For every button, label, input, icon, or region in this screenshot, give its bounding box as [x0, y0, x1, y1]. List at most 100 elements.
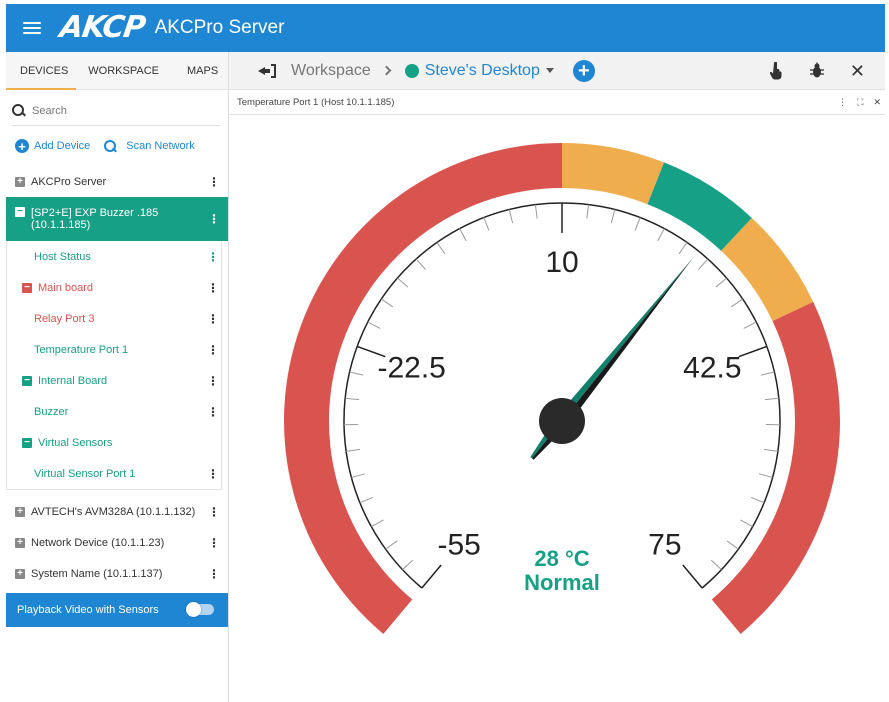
- gauge-needle: [530, 257, 694, 460]
- tab-workspace[interactable]: WORKSPACE: [76, 52, 167, 90]
- tree-item-temperature-port[interactable]: Temperature Port 1 ⋮: [7, 334, 221, 365]
- gauge-minor-tick: [436, 242, 446, 255]
- gauge-major-tick: [421, 564, 442, 589]
- gauge-minor-tick: [380, 298, 394, 308]
- panel-header: Temperature Port 1 (Host 10.1.1.185) ⋮ ⛶…: [229, 90, 885, 115]
- tree-item-label: Internal Board: [38, 374, 108, 387]
- kebab-menu-icon[interactable]: ⋮: [208, 213, 220, 225]
- gauge-label: 10: [545, 246, 578, 279]
- gauge-minor-tick: [534, 204, 538, 219]
- tree-item-internal-board[interactable]: − Internal Board ⋮: [7, 365, 221, 396]
- tree-item-label: Buzzer: [34, 405, 69, 418]
- breadcrumb-workspace[interactable]: Workspace: [291, 62, 371, 80]
- caret-down-icon[interactable]: [545, 68, 554, 73]
- add-device-label: Add Device: [34, 140, 91, 152]
- kebab-menu-icon[interactable]: ⋮: [207, 313, 219, 325]
- kebab-menu-icon[interactable]: ⋮: [208, 506, 220, 518]
- hamburger-icon[interactable]: [23, 22, 41, 34]
- tree-item-virtual-sensor-port[interactable]: Virtual Sensor Port 1 ⋮: [7, 458, 221, 489]
- panel-menu-icon[interactable]: ⋮: [838, 97, 847, 108]
- tree-item-label: Virtual Sensors: [38, 436, 113, 449]
- tree-item-main-board[interactable]: − Main board ⋮: [7, 272, 221, 303]
- bug-icon[interactable]: [808, 62, 826, 80]
- gauge-minor-tick: [610, 209, 616, 224]
- tree-item-virtual-sensors[interactable]: − Virtual Sensors: [7, 427, 221, 458]
- header-tools: ✕: [768, 52, 865, 90]
- kebab-menu-icon[interactable]: ⋮: [207, 344, 219, 356]
- gauge-minor-tick: [730, 298, 744, 308]
- tree-item-host-status[interactable]: Host Status ⋮: [7, 241, 221, 272]
- kebab-menu-icon[interactable]: ⋮: [207, 468, 219, 480]
- sidebar: DEVICES WORKSPACE MAPS + Add Device Scan…: [6, 52, 228, 702]
- gauge-minor-tick: [345, 397, 360, 401]
- gauge-minor-tick: [715, 277, 727, 288]
- tab-maps[interactable]: MAPS: [167, 52, 226, 90]
- gauge-major-tick: [682, 564, 703, 589]
- gauge-label: -22.5: [377, 351, 445, 384]
- panel-title: Temperature Port 1 (Host 10.1.1.185): [237, 96, 395, 108]
- kebab-menu-icon[interactable]: ⋮: [207, 406, 219, 418]
- collapse-icon[interactable]: −: [15, 207, 25, 217]
- expand-icon[interactable]: +: [15, 176, 25, 187]
- tree-item-buzzer[interactable]: Buzzer ⋮: [7, 396, 221, 427]
- scan-network-button[interactable]: Scan Network: [104, 139, 195, 153]
- playback-label: Playback Video with Sensors: [17, 604, 159, 616]
- expand-icon[interactable]: +: [15, 506, 25, 517]
- expand-icon[interactable]: +: [15, 537, 25, 548]
- collapse-icon[interactable]: −: [22, 375, 32, 386]
- back-icon[interactable]: [258, 63, 276, 78]
- gauge-minor-tick: [346, 448, 361, 452]
- gauge-minor-tick: [415, 258, 426, 270]
- gauge-minor-tick: [657, 228, 665, 242]
- close-icon[interactable]: ✕: [850, 61, 865, 82]
- add-device-button[interactable]: + Add Device: [15, 139, 90, 153]
- tree-item-relay-port[interactable]: Relay Port 3 ⋮: [7, 303, 221, 334]
- device-children: Host Status ⋮ − Main board ⋮ Relay Port …: [6, 241, 222, 490]
- gauge-band-0: [284, 143, 562, 634]
- status-dot-icon: [404, 63, 419, 78]
- tree-item-label: Virtual Sensor Port 1: [34, 467, 136, 480]
- gauge-minor-tick: [710, 559, 722, 571]
- tree-item-label: AVTECH's AVM328A (10.1.1.132): [31, 505, 196, 518]
- gauge-minor-tick: [743, 321, 757, 329]
- desktop-selector[interactable]: Steve's Desktop: [425, 62, 540, 80]
- touch-icon[interactable]: [768, 62, 784, 80]
- tree-item-label: AKCPro Server: [31, 175, 107, 188]
- app-header: AKCP AKCPro Server: [6, 4, 885, 52]
- collapse-icon[interactable]: −: [22, 437, 32, 448]
- panel-close-icon[interactable]: ✕: [873, 97, 881, 108]
- gauge-minor-tick: [740, 519, 753, 528]
- kebab-menu-icon[interactable]: ⋮: [208, 176, 220, 188]
- gauge-minor-tick: [764, 397, 779, 401]
- app-title: AKCPro Server: [154, 17, 285, 38]
- status-label: Normal: [524, 570, 600, 595]
- tree-item-system-name[interactable]: + System Name (10.1.1.137) ⋮: [6, 558, 228, 589]
- add-workspace-button[interactable]: +: [572, 59, 595, 82]
- tree-item-exp-buzzer[interactable]: − [SP2+E] EXP Buzzer .185 (10.1.1.185) ⋮: [6, 197, 228, 241]
- gauge-minor-tick: [508, 209, 514, 224]
- gauge-minor-tick: [760, 371, 775, 376]
- tree-item-akcpro-server[interactable]: + AKCPro Server ⋮: [6, 166, 228, 197]
- gauge-minor-tick: [371, 519, 384, 528]
- collapse-icon[interactable]: −: [22, 282, 32, 293]
- kebab-menu-icon[interactable]: ⋮: [207, 251, 219, 263]
- tree-item-network-device[interactable]: + Network Device (10.1.1.23) ⋮: [6, 527, 228, 558]
- device-name: [SP2+E] EXP Buzzer .185: [31, 207, 159, 219]
- kebab-menu-icon[interactable]: ⋮: [207, 375, 219, 387]
- playback-toggle[interactable]: [186, 602, 214, 617]
- tab-devices[interactable]: DEVICES: [6, 52, 77, 90]
- search-input[interactable]: [32, 104, 212, 117]
- kebab-menu-icon[interactable]: ⋮: [208, 537, 220, 549]
- search-icon: [12, 103, 26, 118]
- expand-icon[interactable]: +: [15, 568, 25, 579]
- fullscreen-icon[interactable]: ⛶: [857, 97, 863, 108]
- gauge-label: 75: [648, 529, 681, 562]
- tree-item-avtech[interactable]: + AVTECH's AVM328A (10.1.1.132) ⋮: [6, 496, 228, 527]
- gauge-minor-tick: [758, 473, 773, 478]
- gauge-minor-tick: [385, 540, 398, 550]
- search-icon: [104, 139, 117, 153]
- gauge-label: -55: [437, 529, 480, 562]
- kebab-menu-icon[interactable]: ⋮: [208, 568, 220, 580]
- kebab-menu-icon[interactable]: ⋮: [207, 282, 219, 294]
- tree-item-label: Temperature Port 1: [34, 343, 129, 356]
